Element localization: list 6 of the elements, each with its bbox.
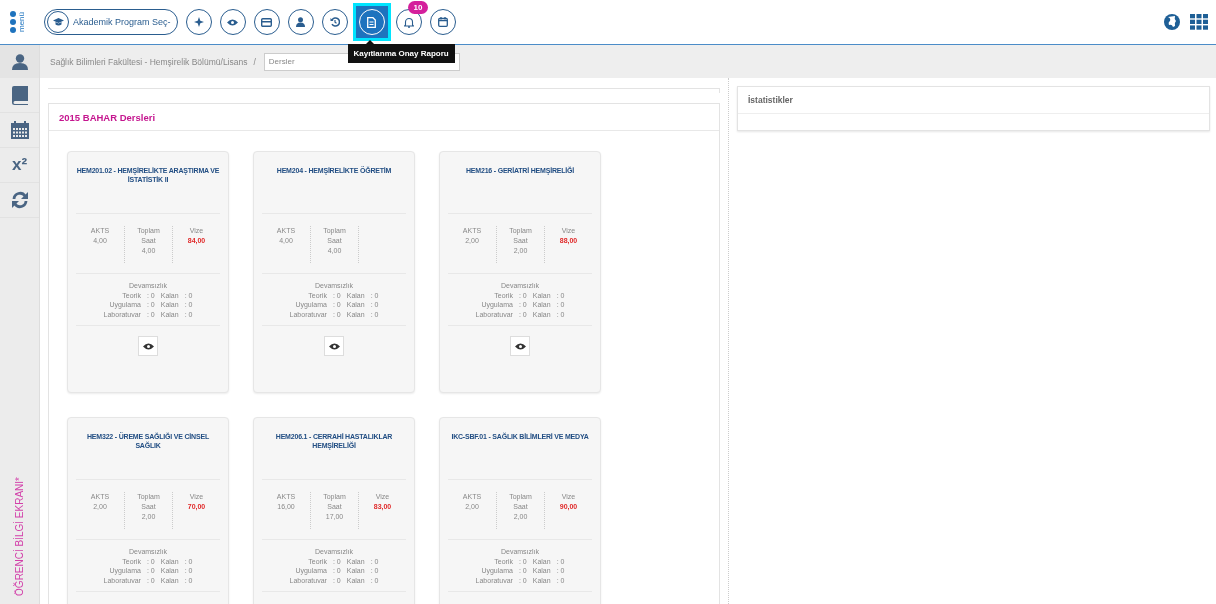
panel-title: 2015 BAHAR Dersleri xyxy=(59,111,156,123)
breadcrumb-separator: / xyxy=(253,56,256,67)
menu-label: menü xyxy=(18,12,26,32)
panel-title: İstatistikler xyxy=(748,95,793,105)
screen-caption: ÖĞRENCİ BİLGİ EKRANI* xyxy=(14,477,25,596)
notification-badge: 10 xyxy=(407,1,429,14)
